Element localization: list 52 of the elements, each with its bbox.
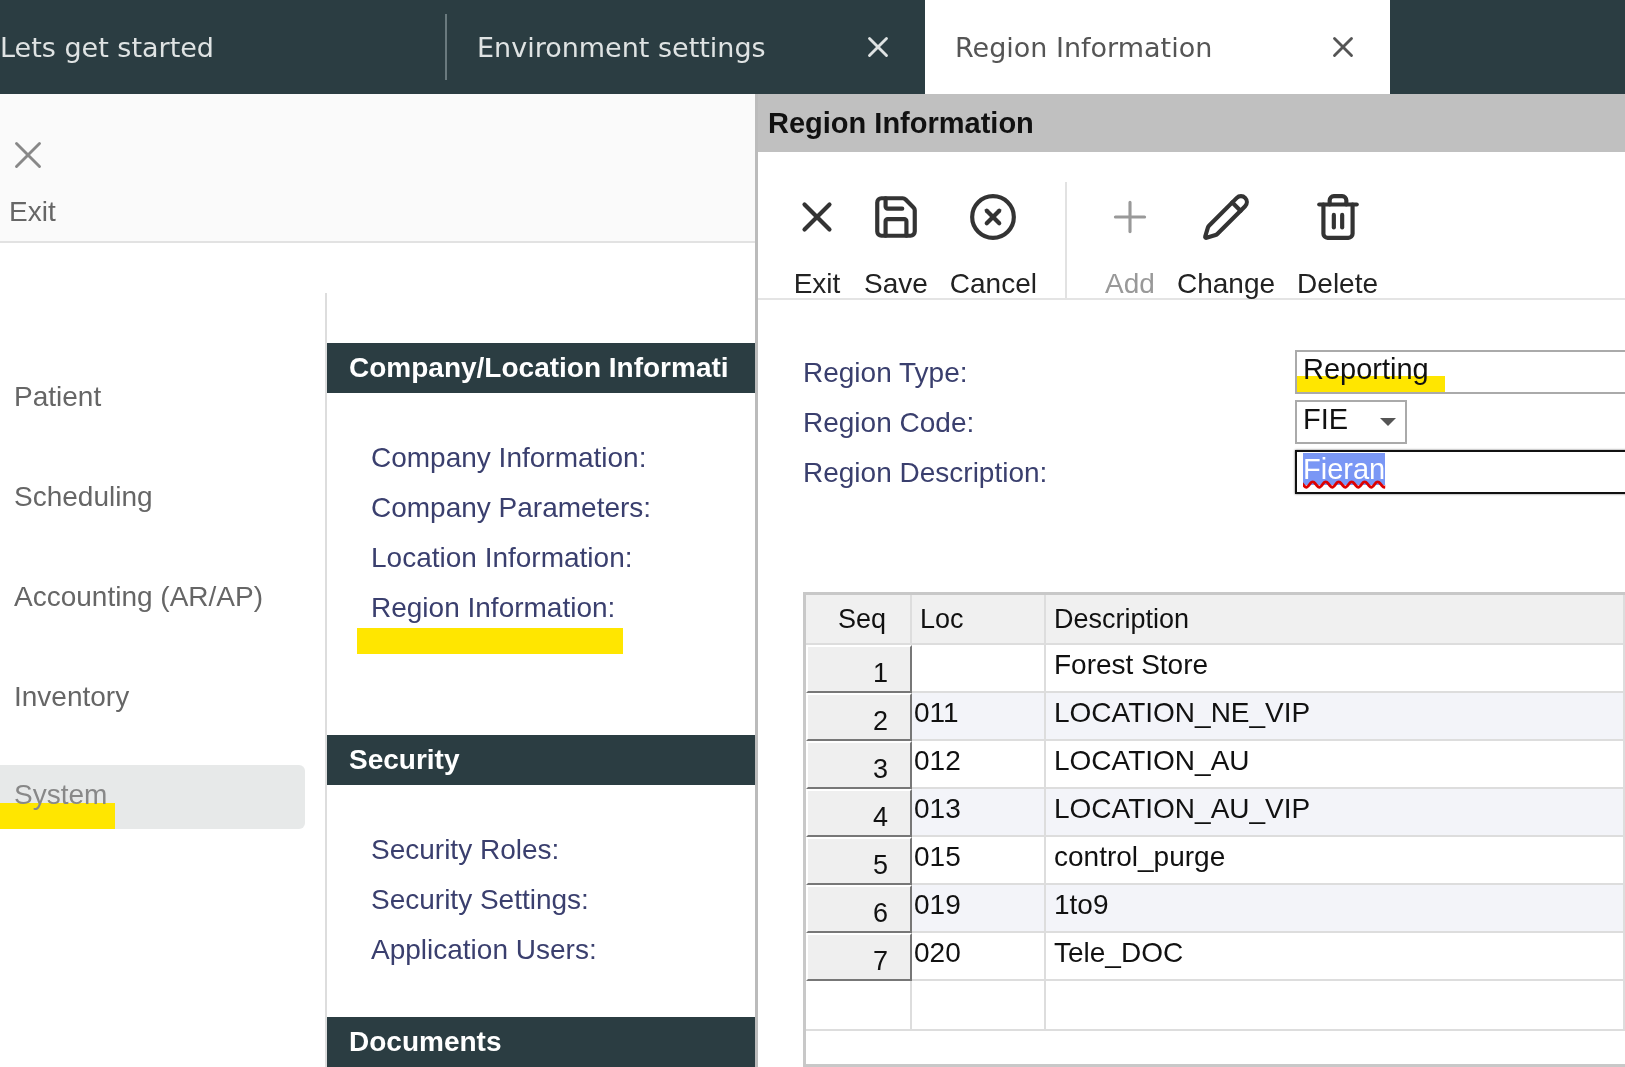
exit-button[interactable]: Exit xyxy=(788,192,846,300)
cancel-icon xyxy=(968,192,1019,242)
row-header[interactable]: 4 xyxy=(806,789,912,837)
table-cell: LOCATION_AU xyxy=(1046,741,1625,789)
change-button[interactable]: Change xyxy=(1173,192,1280,300)
column-header: Seq xyxy=(806,595,912,645)
settings-link[interactable]: Security Roles: xyxy=(371,833,560,867)
dialog-title: Region Information xyxy=(758,94,1625,152)
field-label: Region Description: xyxy=(803,456,1049,490)
pencil-icon xyxy=(1201,192,1252,242)
code-dropdown[interactable]: FIE xyxy=(1295,400,1407,444)
tab[interactable]: Lets get started xyxy=(0,14,445,80)
table-cell: LOCATION_NE_VIP xyxy=(1046,693,1625,741)
table-cell: 012 xyxy=(912,741,1046,789)
caret-icon xyxy=(1379,417,1397,427)
table-cell: Tele_DOC xyxy=(1046,933,1625,981)
field-label: Region Code: xyxy=(803,406,976,440)
settings-link[interactable]: Company Information: xyxy=(371,441,647,474)
settings-link[interactable]: Application Users: xyxy=(371,933,597,967)
table-cell: control_purge xyxy=(1046,837,1625,885)
row-header[interactable]: 1 xyxy=(806,645,912,693)
section-header: Documents xyxy=(327,1017,755,1067)
settings-link[interactable]: Company Parameters: xyxy=(371,491,652,524)
table-cell: 011 xyxy=(912,693,1046,741)
table-cell: Forest Store xyxy=(1046,645,1625,693)
cancel-button[interactable]: Cancel xyxy=(945,192,1041,300)
settings-link[interactable]: Location Information: xyxy=(371,541,633,574)
sidebar-item[interactable]: Patient xyxy=(0,365,305,429)
table-cell: 015 xyxy=(912,837,1046,885)
column-header: Description xyxy=(1046,595,1625,645)
row-header[interactable]: 5 xyxy=(806,837,912,885)
row-header[interactable]: 7 xyxy=(806,933,912,981)
table-cell: LOCATION_AU_VIP xyxy=(1046,789,1625,837)
settings-link[interactable]: Security Settings: xyxy=(371,883,589,917)
table-cell: 013 xyxy=(912,789,1046,837)
row-header[interactable]: 2 xyxy=(806,693,912,741)
sidebar-item[interactable]: Scheduling xyxy=(0,465,305,529)
exit-button[interactable]: Exit xyxy=(9,132,56,228)
table-cell: 1to9 xyxy=(1046,885,1625,933)
tab[interactable]: Region Information xyxy=(925,0,1390,94)
column-header: Loc xyxy=(912,595,1046,645)
table-cell: 019 xyxy=(912,885,1046,933)
delete-button[interactable]: Delete xyxy=(1293,192,1383,300)
save-button[interactable]: Save xyxy=(860,192,932,300)
sidebar-item[interactable]: Inventory xyxy=(0,665,305,729)
field-label: Region Type: xyxy=(803,356,969,390)
sidebar-item[interactable]: Accounting (AR/AP) xyxy=(0,565,305,629)
row-header[interactable]: 3 xyxy=(806,741,912,789)
section-header: Security xyxy=(327,735,755,786)
table-cell: 020 xyxy=(912,933,1046,981)
row-header[interactable]: 6 xyxy=(806,885,912,933)
section-header: Company/Location Informati xyxy=(327,343,755,393)
